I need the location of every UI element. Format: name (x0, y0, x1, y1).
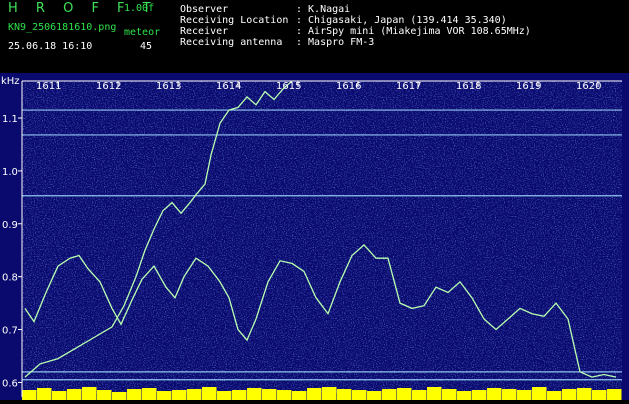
info-value-receiver: : AirSpy mini (Miakejima VOR 108.65MHz) (296, 26, 531, 37)
meteor-activity-bar (577, 388, 592, 400)
meteor-activity-bar (157, 391, 172, 400)
meteor-activity-bar (247, 388, 262, 400)
meteor-activity-bar (397, 388, 412, 400)
x-tick-label: 1617 (396, 81, 421, 92)
meteor-activity-bar (277, 390, 292, 400)
meteor-activity-bar (337, 389, 352, 400)
meteor-activity-bar (442, 389, 457, 400)
meteor-activity-bar (307, 388, 322, 400)
meteor-activity-bar (352, 390, 367, 400)
y-tick-label: 0.9 (2, 220, 18, 231)
info-key-antenna: Receiving antenna (180, 37, 283, 48)
y-tick-label: 0.7 (2, 326, 18, 337)
x-tick-label: 1618 (456, 81, 481, 92)
info-value-antenna: : Maspro FM-3 (296, 37, 375, 48)
meteor-activity-bar (457, 391, 472, 400)
x-tick-label: 1612 (96, 81, 121, 92)
info-key-observer: Observer (180, 4, 229, 15)
datetime-label: 25.06.18 16:10 (8, 41, 93, 52)
meteor-activity-bar (142, 388, 157, 400)
x-tick-label: 1614 (216, 81, 241, 92)
meteor-activity-bar (607, 389, 622, 400)
meteor-activity-bar (412, 390, 427, 400)
noise-texture (22, 81, 622, 393)
header-panel: H R O F F T 1.00f KN9_2506181610.png met… (0, 0, 629, 73)
meteor-activity-bar (322, 387, 337, 400)
y-tick-label: 1.1 (2, 114, 18, 125)
meteor-activity-bar (367, 391, 382, 400)
x-tick-label: 1613 (156, 81, 181, 92)
meteor-activity-bar (532, 387, 547, 400)
y-axis-label: kHz (1, 76, 20, 87)
x-tick-label: 1615 (276, 81, 301, 92)
meteor-activity-bar (427, 387, 442, 400)
meteor-activity-bar (487, 388, 502, 400)
meteor-activity-bar (82, 387, 97, 400)
meteor-activity-bar (217, 391, 232, 400)
meteor-activity-bar (127, 389, 142, 400)
meteor-activity-bar (202, 387, 217, 400)
y-tick-label: 0.8 (2, 273, 18, 284)
meteor-activity-bar (547, 391, 562, 400)
meteor-activity-bar (472, 390, 487, 400)
spectrogram-panel: 1.1 1.0 0.9 0.8 0.7 0.6 1611 1612 1613 1614 1615 16… (0, 73, 629, 400)
spectrogram-plot: 1.1 1.0 0.9 0.8 0.7 0.6 1611 1612 1613 1614 1615 16… (0, 73, 629, 400)
meteor-count: 45 (140, 41, 153, 52)
info-value-location: : Chigasaki, Japan (139.414 35.340) (296, 15, 507, 26)
filename-label: KN9_2506181610.png (8, 22, 117, 33)
meteor-activity-bar (502, 389, 517, 400)
meteor-activity-bar (112, 392, 127, 400)
info-value-observer: : K.Nagai (296, 4, 351, 15)
meteor-activity-bar (37, 388, 52, 400)
x-tick-label: 1616 (336, 81, 361, 92)
meteor-activity-bar (67, 389, 82, 400)
x-tick-label: 1620 (576, 81, 601, 92)
meteor-activity-bar (562, 389, 577, 400)
meteor-activity-bar (22, 390, 37, 400)
info-key-receiver: Receiver (180, 26, 229, 37)
meteor-activity-bar (172, 390, 187, 400)
x-tick-label: 1611 (36, 81, 61, 92)
meteor-activity-bar (382, 389, 397, 400)
meteor-activity-bar (292, 391, 307, 400)
meteor-label: meteor (124, 27, 161, 38)
meteor-activity-bar (517, 390, 532, 400)
meteor-activity-bar (52, 391, 67, 400)
meteor-activity-bar (187, 389, 202, 400)
info-key-location: Receiving Location (180, 15, 289, 26)
meteor-activity-bar (97, 390, 112, 400)
y-tick-label: 1.0 (2, 167, 18, 178)
meteor-activity-bar (592, 390, 607, 400)
y-tick-label: 0.6 (2, 378, 18, 389)
version-label: 1.00f (124, 3, 155, 14)
meteor-activity-bar (232, 390, 247, 400)
x-tick-label: 1619 (516, 81, 541, 92)
meteor-activity-bar (262, 389, 277, 400)
